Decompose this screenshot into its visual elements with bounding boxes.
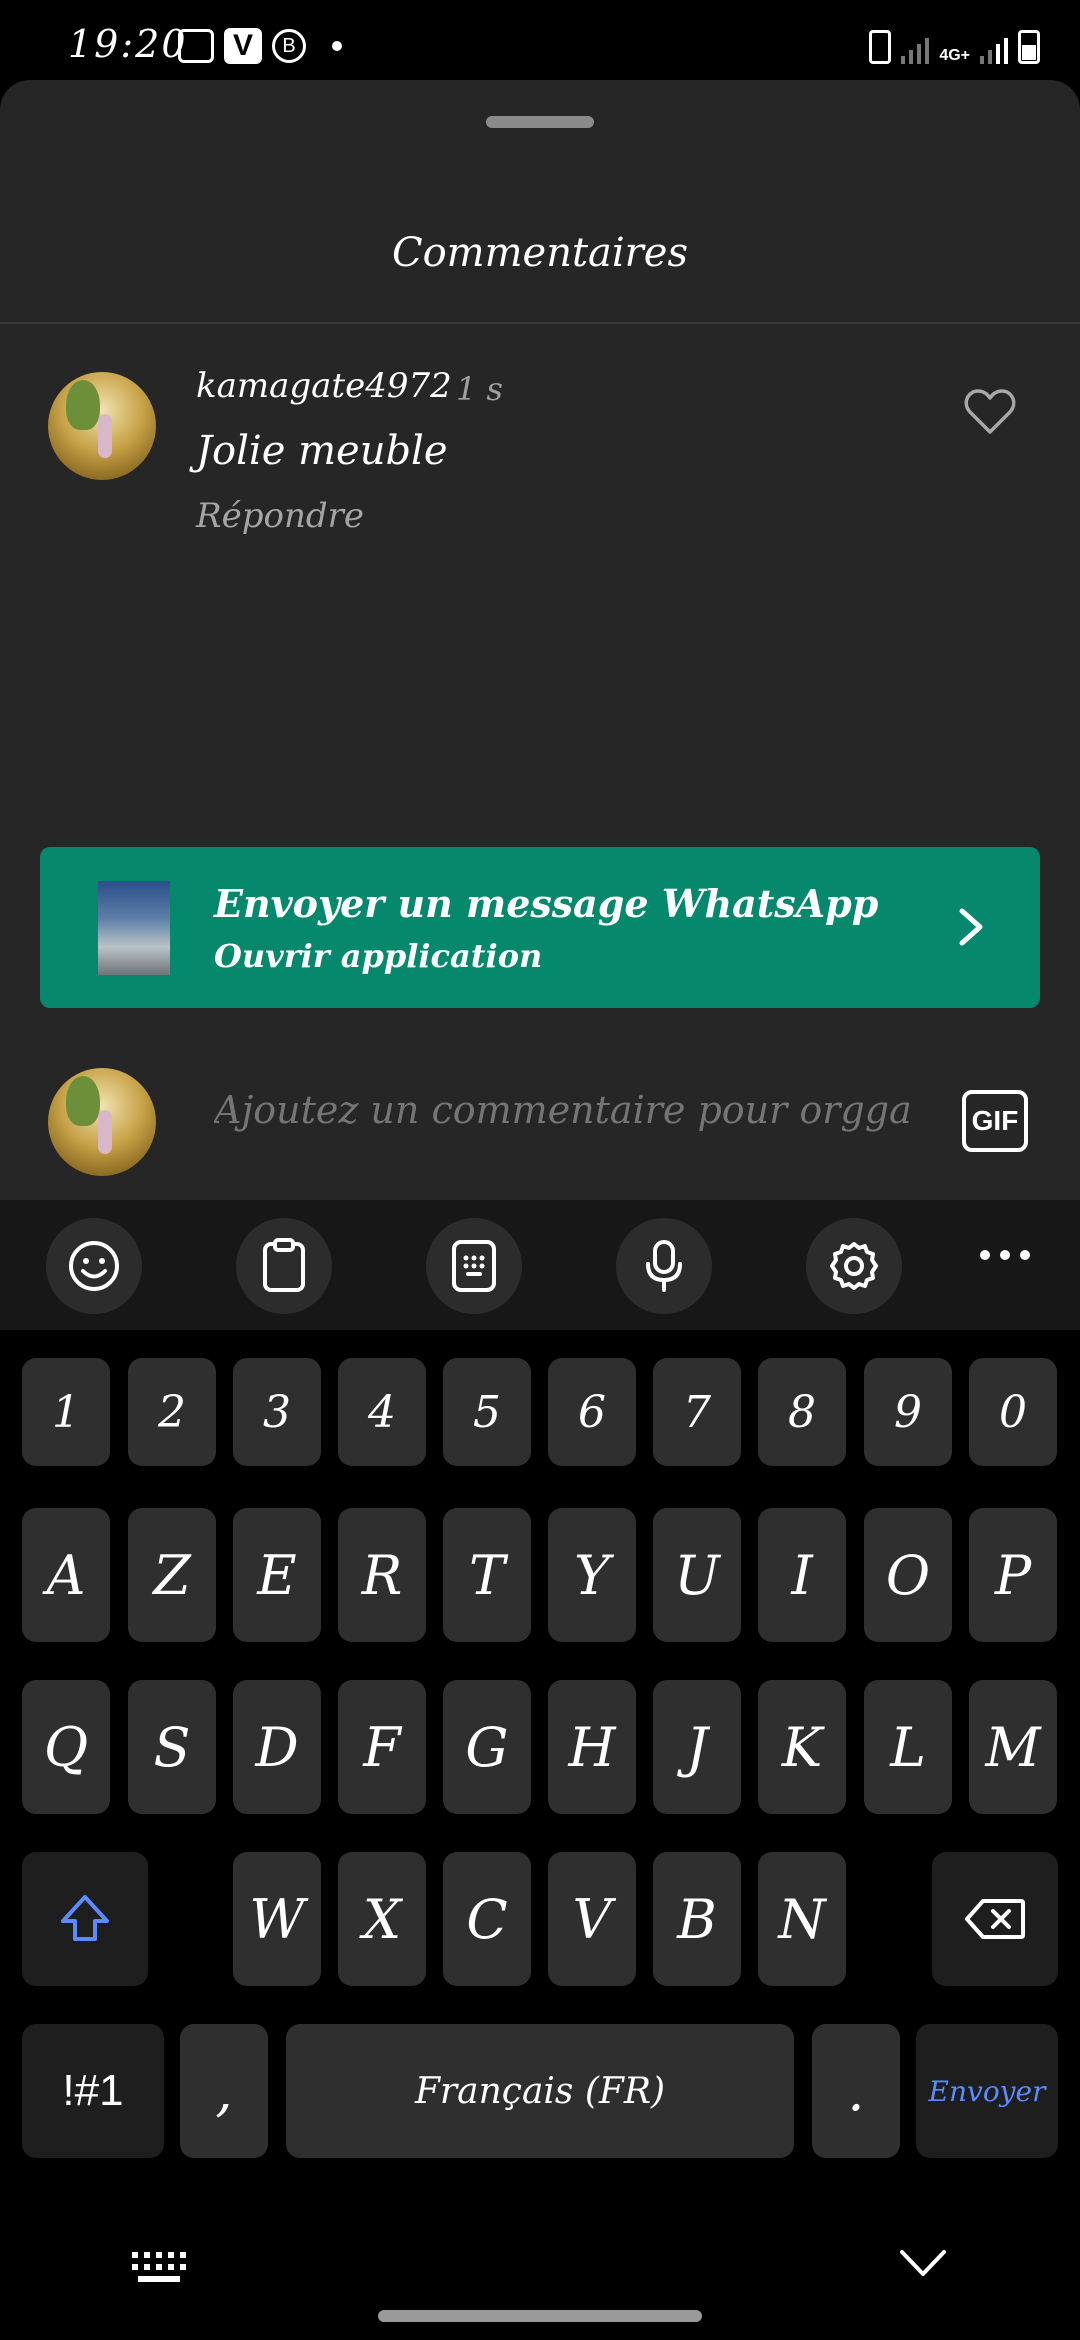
gif-button[interactable]: GIF [962, 1090, 1028, 1152]
key-3[interactable]: 3 [233, 1358, 321, 1466]
battery-saver-icon [869, 30, 892, 64]
key-m[interactable]: M [969, 1680, 1057, 1814]
microphone-button[interactable] [616, 1218, 712, 1314]
backspace-icon [965, 1899, 1025, 1939]
drag-handle[interactable] [486, 116, 594, 128]
status-right-icons: 4G+ [869, 30, 1040, 64]
key-9[interactable]: 9 [864, 1358, 952, 1466]
key-2[interactable]: 2 [128, 1358, 216, 1466]
key-6[interactable]: 6 [548, 1358, 636, 1466]
microphone-icon [646, 1240, 682, 1292]
key-b[interactable]: B [653, 1852, 741, 1986]
status-left-icons: V B [178, 28, 342, 64]
key-8[interactable]: 8 [758, 1358, 846, 1466]
divider [0, 322, 1080, 324]
key-v[interactable]: V [548, 1852, 636, 1986]
more-icon[interactable] [980, 1250, 1030, 1260]
key-z[interactable]: Z [128, 1508, 216, 1642]
key-5[interactable]: 5 [443, 1358, 531, 1466]
space-key[interactable]: Français (FR) [286, 2024, 794, 2158]
keyboard-toolbar [0, 1200, 1080, 1330]
key-t[interactable]: T [443, 1508, 531, 1642]
key-r[interactable]: R [338, 1508, 426, 1642]
status-bar: 19:20 V B 4G+ [0, 0, 1080, 80]
key-c[interactable]: C [443, 1852, 531, 1986]
comment-input[interactable] [214, 1088, 914, 1132]
symbols-key[interactable]: !#1 [22, 2024, 164, 2158]
period-key[interactable]: . [812, 2024, 900, 2158]
key-d[interactable]: D [233, 1680, 321, 1814]
shift-key[interactable] [22, 1852, 148, 1986]
key-y[interactable]: Y [548, 1508, 636, 1642]
b-app-icon: B [272, 29, 306, 63]
chevron-right-icon [959, 908, 983, 946]
comment-time: 1 s [456, 370, 503, 408]
signal-1-icon [901, 38, 930, 64]
emoji-icon [69, 1241, 119, 1291]
sheet-title: Commentaires [391, 230, 688, 276]
keyboard: 1 2 3 4 5 6 7 8 9 0 A Z E R T Y U I O P … [0, 1330, 1080, 2340]
shift-arrow-icon [61, 1895, 109, 1941]
key-k[interactable]: K [758, 1680, 846, 1814]
comment-username[interactable]: kamagate4972 [196, 366, 452, 406]
comment-text: Jolie meuble [196, 428, 448, 474]
status-time: 19:20 [68, 22, 188, 66]
gallery-icon [178, 29, 214, 63]
keypad-button[interactable] [426, 1218, 522, 1314]
settings-button[interactable] [806, 1218, 902, 1314]
clipboard-icon [263, 1238, 305, 1292]
clipboard-button[interactable] [236, 1218, 332, 1314]
key-1[interactable]: 1 [22, 1358, 110, 1466]
emoji-button[interactable] [46, 1218, 142, 1314]
whatsapp-banner[interactable]: Envoyer un message WhatsApp Ouvrir appli… [40, 847, 1040, 1008]
signal-2-icon [980, 38, 1008, 64]
keypad-icon [452, 1240, 496, 1292]
key-n[interactable]: N [758, 1852, 846, 1986]
send-key[interactable]: Envoyer [916, 2024, 1058, 2158]
comma-key[interactable]: , [180, 2024, 268, 2158]
key-f[interactable]: F [338, 1680, 426, 1814]
whatsapp-banner-subtitle: Ouvrir application [214, 937, 543, 975]
key-4[interactable]: 4 [338, 1358, 426, 1466]
key-p[interactable]: P [969, 1508, 1057, 1642]
4g-icon: 4G+ [939, 47, 970, 64]
key-x[interactable]: X [338, 1852, 426, 1986]
key-i[interactable]: I [758, 1508, 846, 1642]
key-e[interactable]: E [233, 1508, 321, 1642]
key-q[interactable]: Q [22, 1680, 110, 1814]
key-0[interactable]: 0 [969, 1358, 1057, 1466]
key-g[interactable]: G [443, 1680, 531, 1814]
comments-sheet: Commentaires kamagate4972 1 s Jolie meub… [0, 80, 1080, 1200]
key-l[interactable]: L [864, 1680, 952, 1814]
settings-icon [830, 1242, 878, 1290]
like-heart-icon[interactable] [964, 388, 1016, 436]
home-indicator[interactable] [378, 2310, 702, 2322]
notification-dot-icon [332, 41, 342, 51]
keyboard-switch-icon[interactable] [130, 2250, 188, 2284]
key-s[interactable]: S [128, 1680, 216, 1814]
product-thumbnail [98, 881, 170, 975]
key-h[interactable]: H [548, 1680, 636, 1814]
v-app-icon: V [224, 28, 262, 64]
backspace-key[interactable] [932, 1852, 1058, 1986]
current-user-avatar [48, 1068, 156, 1176]
key-a[interactable]: A [22, 1508, 110, 1642]
commenter-avatar[interactable] [48, 372, 156, 480]
hide-keyboard-icon[interactable] [898, 2248, 948, 2278]
key-o[interactable]: O [864, 1508, 952, 1642]
key-w[interactable]: W [233, 1852, 321, 1986]
reply-button[interactable]: Répondre [196, 496, 364, 536]
key-7[interactable]: 7 [653, 1358, 741, 1466]
key-u[interactable]: U [653, 1508, 741, 1642]
whatsapp-banner-title: Envoyer un message WhatsApp [214, 881, 879, 926]
battery-icon [1018, 30, 1040, 64]
key-j[interactable]: J [653, 1680, 741, 1814]
